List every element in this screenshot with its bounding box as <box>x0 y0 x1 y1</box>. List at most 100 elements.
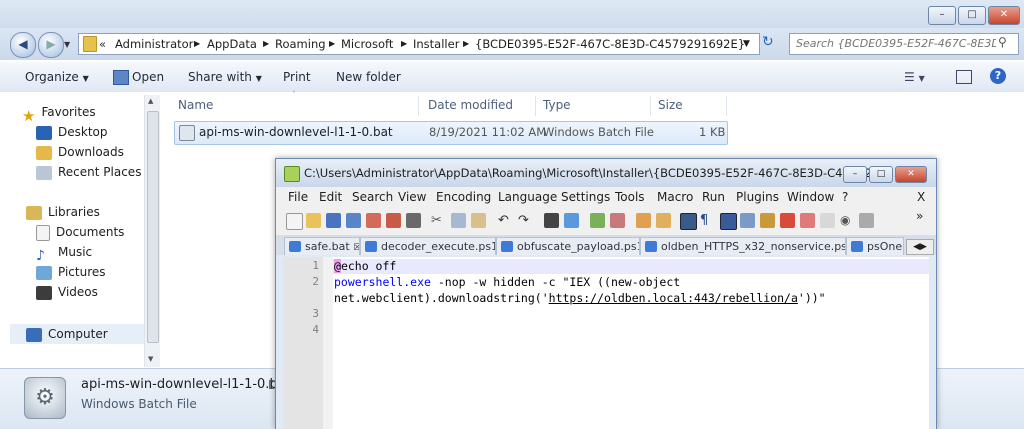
nav-pictures[interactable]: Pictures <box>36 262 106 282</box>
zoom-out-icon[interactable] <box>610 213 625 228</box>
paste-icon[interactable] <box>471 213 486 228</box>
nav-computer[interactable]: Computer <box>10 324 144 344</box>
open-button[interactable]: Open <box>132 62 164 92</box>
breadcrumb-separator-icon[interactable]: ▶ <box>194 34 200 54</box>
tab-psonel[interactable]: psOnel <box>846 237 904 255</box>
menu-view[interactable]: View <box>398 187 426 207</box>
new-folder-button[interactable]: New folder <box>336 62 401 92</box>
fold-margin[interactable] <box>323 257 333 429</box>
scroll-thumb[interactable] <box>147 111 159 343</box>
nav-favorites[interactable]: ★ Favorites <box>22 102 96 125</box>
maximize-button[interactable]: □ <box>869 166 893 183</box>
menu-tools[interactable]: Tools <box>615 187 645 207</box>
save-icon[interactable] <box>326 213 341 228</box>
record-macro-icon[interactable] <box>800 213 815 228</box>
nav-scrollbar[interactable]: ▲ ▼ <box>144 95 161 367</box>
menu-plugins[interactable]: Plugins <box>736 187 779 207</box>
menu-edit[interactable]: Edit <box>319 187 342 207</box>
toolbar-overflow-icon[interactable]: » <box>916 209 923 223</box>
help-icon[interactable]: ? <box>990 68 1006 84</box>
menu-file[interactable]: File <box>288 187 308 207</box>
code-editor[interactable]: 1 2 3 4 @echo off powershell.exe -nop -w… <box>283 257 929 429</box>
table-row[interactable]: api-ms-win-downlevel-l1-1-0.bat 8/19/202… <box>174 121 728 145</box>
play-macro-icon[interactable] <box>859 213 874 228</box>
menu-macro[interactable]: Macro <box>657 187 693 207</box>
nav-videos[interactable]: Videos <box>36 282 98 302</box>
menu-help[interactable]: ? <box>842 187 848 207</box>
print-icon[interactable] <box>406 213 421 228</box>
close-document-button[interactable]: X <box>917 187 925 207</box>
refresh-icon[interactable]: ↻ <box>762 34 774 50</box>
share-with-button[interactable]: Share with ▼ <box>188 62 262 92</box>
close-button[interactable]: ✕ <box>895 166 927 183</box>
tab-decoder-execute[interactable]: decoder_execute.ps1 ☒ <box>360 237 496 255</box>
column-divider[interactable] <box>650 96 651 116</box>
column-divider[interactable] <box>418 96 419 116</box>
menu-search[interactable]: Search <box>352 187 393 207</box>
folder-as-workspace-icon[interactable] <box>780 213 795 228</box>
replace-icon[interactable] <box>564 213 579 228</box>
breadcrumb-administrator[interactable]: Administrator <box>115 34 193 54</box>
nav-documents[interactable]: Documents <box>36 222 124 242</box>
save-all-icon[interactable] <box>346 213 361 228</box>
address-bar[interactable]: « Administrator ▶ AppData ▶ Roaming ▶ Mi… <box>78 33 760 55</box>
open-file-icon[interactable] <box>306 213 321 228</box>
column-header-size[interactable]: Size <box>658 98 683 112</box>
breadcrumb-separator-icon[interactable]: ▶ <box>329 34 335 54</box>
show-all-characters-icon[interactable]: ¶ <box>700 213 715 228</box>
column-divider[interactable] <box>535 96 536 116</box>
new-file-icon[interactable] <box>286 213 303 230</box>
copy-icon[interactable] <box>451 213 466 228</box>
nav-downloads[interactable]: Downloads <box>36 142 124 162</box>
open-icon[interactable] <box>113 70 129 85</box>
breadcrumb-appdata[interactable]: AppData <box>207 34 257 54</box>
word-wrap-icon[interactable] <box>680 213 697 230</box>
column-divider[interactable] <box>726 96 727 116</box>
search-box[interactable]: ⚲ <box>789 33 1019 55</box>
indent-guide-icon[interactable] <box>720 213 737 230</box>
column-header-type[interactable]: Type <box>543 98 571 112</box>
nav-desktop[interactable]: Desktop <box>36 122 108 142</box>
breadcrumb-microsoft[interactable]: Microsoft <box>341 34 393 54</box>
menu-run[interactable]: Run <box>702 187 725 207</box>
tab-scroll-arrows[interactable]: ◀▶ <box>906 239 934 255</box>
maximize-button[interactable]: □ <box>958 6 986 25</box>
recent-pages-icon[interactable]: ▼ <box>64 40 70 49</box>
eye-icon[interactable]: ◉ <box>840 213 855 228</box>
close-tab-icon[interactable]: ☒ <box>353 243 359 253</box>
find-icon[interactable] <box>544 213 559 228</box>
close-all-icon[interactable] <box>386 213 401 228</box>
print-button[interactable]: Print <box>283 62 311 92</box>
address-dropdown-icon[interactable]: ▼ <box>743 34 750 54</box>
scroll-down-icon[interactable]: ▼ <box>148 355 153 363</box>
scroll-up-icon[interactable]: ▲ <box>148 97 153 105</box>
nav-recent-places[interactable]: Recent Places <box>36 162 141 182</box>
breadcrumb-separator-icon[interactable]: ▶ <box>263 34 269 54</box>
search-input[interactable] <box>790 34 1002 52</box>
sync-horizontal-icon[interactable] <box>656 213 671 228</box>
forward-button[interactable]: ▶ <box>38 32 64 58</box>
breadcrumb-installer[interactable]: Installer <box>413 34 459 54</box>
menu-encoding[interactable]: Encoding <box>436 187 491 207</box>
cut-icon[interactable]: ✂ <box>431 213 446 228</box>
breadcrumb-separator-icon[interactable]: ▶ <box>401 34 407 54</box>
tab-obfuscate-payload[interactable]: obfuscate_payload.ps1 ☒ <box>496 237 640 255</box>
minimize-button[interactable]: – <box>928 6 956 25</box>
nav-music[interactable]: ♪ Music <box>36 242 92 264</box>
stop-recording-icon[interactable] <box>820 213 835 228</box>
breadcrumb-roaming[interactable]: Roaming <box>275 34 326 54</box>
preview-pane-icon[interactable] <box>956 70 972 84</box>
redo-icon[interactable]: ↷ <box>518 213 533 228</box>
zoom-in-icon[interactable] <box>590 213 605 228</box>
view-options-icon[interactable]: ☰ ▼ <box>904 70 925 84</box>
document-map-icon[interactable] <box>740 213 755 228</box>
menu-language[interactable]: Language <box>498 187 557 207</box>
back-button[interactable]: ◀ <box>10 32 36 58</box>
tab-safe-bat[interactable]: safe.bat ☒ <box>284 237 360 255</box>
breadcrumb-separator-icon[interactable]: ▶ <box>463 34 469 54</box>
tab-oldben-https[interactable]: oldben_HTTPS_x32_nonservice.ps1 ☒ <box>640 237 846 255</box>
close-file-icon[interactable] <box>366 213 381 228</box>
breadcrumb-back[interactable]: « <box>99 34 106 54</box>
organize-button[interactable]: Organize ▼ <box>25 62 89 92</box>
menu-window[interactable]: Window <box>787 187 834 207</box>
